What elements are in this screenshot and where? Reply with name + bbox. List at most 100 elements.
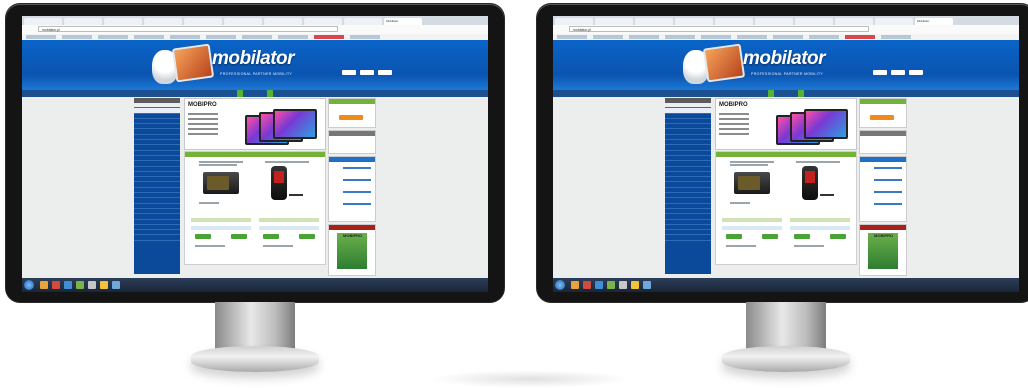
product-image-phone[interactable]	[802, 166, 818, 200]
product-title[interactable]	[199, 164, 237, 166]
header-button[interactable]	[873, 70, 887, 75]
nav-item[interactable]	[818, 90, 824, 97]
bookmark-item[interactable]	[278, 35, 308, 39]
header-button[interactable]	[360, 70, 374, 75]
bookmark-item[interactable]	[629, 35, 659, 39]
product-image-microwave[interactable]	[203, 172, 239, 194]
browser-tab[interactable]	[224, 18, 262, 25]
bookmark-item[interactable]	[701, 35, 731, 39]
media-icon[interactable]	[52, 281, 60, 289]
details-button[interactable]	[195, 234, 211, 239]
browser-tab[interactable]	[344, 18, 382, 25]
details-button[interactable]	[263, 234, 279, 239]
news-item[interactable]	[874, 179, 902, 181]
bookmark-item[interactable]	[242, 35, 272, 39]
browser-tab-active[interactable]: Mobilator	[915, 18, 953, 25]
app-icon[interactable]	[100, 281, 108, 289]
app-icon[interactable]	[76, 281, 84, 289]
nav-item[interactable]	[247, 90, 253, 97]
nav-item[interactable]	[227, 90, 233, 97]
nav-item[interactable]	[277, 90, 283, 97]
promo-banner[interactable]: MOBIPRO	[184, 98, 326, 150]
sidebar-item[interactable]	[134, 235, 180, 241]
nav-item[interactable]	[217, 90, 223, 97]
site-logo[interactable]: mobilator	[212, 48, 295, 70]
bookmark-item[interactable]	[206, 35, 236, 39]
news-item[interactable]	[874, 191, 902, 193]
app-icon[interactable]	[619, 281, 627, 289]
promo-banner[interactable]: MOBIPRO	[715, 98, 857, 150]
news-item[interactable]	[874, 167, 902, 169]
header-button[interactable]	[909, 70, 923, 75]
add-to-cart-button[interactable]	[762, 234, 778, 239]
bookmark-item[interactable]	[62, 35, 92, 39]
ad-box[interactable]: MOBIPRO	[859, 224, 907, 276]
folder-icon[interactable]	[40, 281, 48, 289]
nav-item[interactable]	[748, 90, 754, 97]
bookmark-item[interactable]	[881, 35, 911, 39]
browser-tab[interactable]	[715, 18, 753, 25]
browser-tab[interactable]	[24, 18, 62, 25]
url-input[interactable]: mobilator.pl	[38, 26, 338, 32]
folder-icon[interactable]	[571, 281, 579, 289]
bookmark-item[interactable]	[26, 35, 56, 39]
browser-tab[interactable]	[144, 18, 182, 25]
product-title[interactable]	[199, 161, 243, 163]
browser-icon[interactable]	[595, 281, 603, 289]
ad-box[interactable]: MOBIPRO	[328, 224, 376, 276]
sidebar-item[interactable]	[665, 235, 711, 241]
product-image-phone[interactable]	[271, 166, 287, 200]
browser-tab[interactable]	[184, 18, 222, 25]
nav-item[interactable]	[237, 90, 243, 97]
nav-item[interactable]	[808, 90, 814, 97]
nav-item[interactable]	[257, 90, 263, 97]
browser-icon[interactable]	[64, 281, 72, 289]
media-icon[interactable]	[583, 281, 591, 289]
login-button[interactable]	[339, 115, 363, 120]
bookmark-item[interactable]	[350, 35, 380, 39]
nav-item[interactable]	[798, 90, 804, 97]
nav-item[interactable]	[287, 90, 293, 97]
product-title[interactable]	[730, 164, 768, 166]
bookmark-item[interactable]	[593, 35, 623, 39]
news-item[interactable]	[343, 191, 371, 193]
bookmark-item[interactable]	[170, 35, 200, 39]
browser-tab[interactable]	[104, 18, 142, 25]
header-button[interactable]	[378, 70, 392, 75]
windows-start-icon[interactable]	[24, 280, 34, 290]
add-to-cart-button[interactable]	[299, 234, 315, 239]
header-button[interactable]	[891, 70, 905, 75]
browser-tab[interactable]	[675, 18, 713, 25]
browser-tab[interactable]	[875, 18, 913, 25]
news-item[interactable]	[343, 167, 371, 169]
app-icon[interactable]	[643, 281, 651, 289]
browser-tab[interactable]	[755, 18, 793, 25]
browser-tab[interactable]	[264, 18, 302, 25]
details-button[interactable]	[726, 234, 742, 239]
bookmark-item[interactable]	[665, 35, 695, 39]
bookmark-item[interactable]	[314, 35, 344, 39]
news-item[interactable]	[874, 203, 902, 205]
news-item[interactable]	[343, 179, 371, 181]
app-icon[interactable]	[88, 281, 96, 289]
header-button[interactable]	[342, 70, 356, 75]
login-button[interactable]	[870, 115, 894, 120]
add-to-cart-button[interactable]	[830, 234, 846, 239]
browser-tab[interactable]	[595, 18, 633, 25]
bookmark-item[interactable]	[98, 35, 128, 39]
bookmark-item[interactable]	[809, 35, 839, 39]
product-title[interactable]	[730, 161, 774, 163]
browser-tab[interactable]	[304, 18, 342, 25]
bookmark-item[interactable]	[737, 35, 767, 39]
nav-item[interactable]	[788, 90, 794, 97]
bookmark-item[interactable]	[557, 35, 587, 39]
news-item[interactable]	[343, 203, 371, 205]
app-icon[interactable]	[631, 281, 639, 289]
app-icon[interactable]	[112, 281, 120, 289]
bookmark-item[interactable]	[134, 35, 164, 39]
bookmark-item[interactable]	[773, 35, 803, 39]
browser-tab[interactable]	[835, 18, 873, 25]
product-title[interactable]	[265, 161, 309, 163]
app-icon[interactable]	[607, 281, 615, 289]
nav-item[interactable]	[778, 90, 784, 97]
